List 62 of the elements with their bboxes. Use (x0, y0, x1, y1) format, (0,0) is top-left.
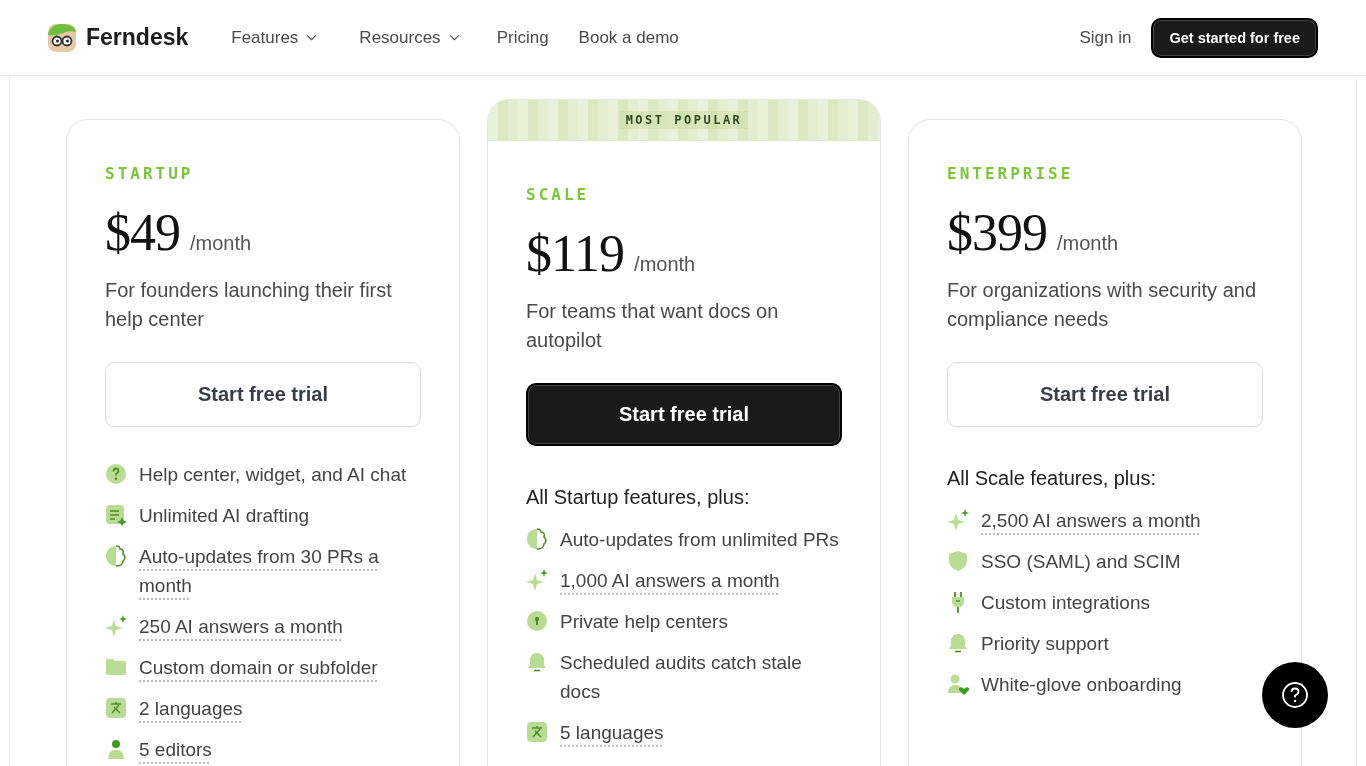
price-period: /month (1057, 232, 1119, 255)
logo-icon[interactable] (47, 22, 77, 53)
feature-text: 2 languages (139, 697, 243, 721)
features-heading: All Startup features, plus: (526, 486, 751, 509)
translate-icon (105, 697, 127, 719)
start-trial-button[interactable]: Start free trial (526, 383, 842, 446)
bell-icon (526, 651, 548, 673)
brain-icon (526, 528, 548, 550)
nav-link[interactable]: Resources (359, 27, 460, 48)
plan-description: For teams that want docs on autopilot (526, 299, 780, 353)
question-icon (1281, 681, 1309, 709)
start-trial-button[interactable]: Start free trial (947, 362, 1263, 427)
plan-price: $49 (105, 203, 180, 262)
feature-text: Auto-updates from unlimited PRs (560, 528, 839, 552)
plan-name: STARTUP (105, 164, 195, 183)
feature-text: White-glove onboarding (981, 673, 1182, 697)
nav-link[interactable]: Features (231, 27, 318, 48)
shield-icon (947, 550, 969, 572)
feature-text: 250 AI answers a month (139, 615, 343, 639)
price-period: /month (634, 253, 696, 276)
feature-text: Auto-updates from 30 PRs a month (139, 545, 380, 598)
chevron-down-icon (448, 34, 460, 41)
plan-description: For organizations with security and compliance needs (947, 278, 1258, 332)
bell-icon (947, 632, 969, 654)
feature-text: Priority support (981, 632, 1109, 656)
plan-name: SCALE (526, 185, 591, 204)
feature-text: Private help centers (560, 610, 728, 634)
feature-text: SSO (SAML) and SCIM (981, 550, 1181, 574)
brand-name[interactable]: Ferndesk (86, 24, 189, 51)
translate-icon (526, 721, 548, 743)
person-icon (105, 738, 127, 760)
feature-text: Custom integrations (981, 591, 1150, 615)
feature-text: 2,500 AI answers a month (981, 509, 1201, 533)
feature-text: 5 editors (139, 738, 212, 762)
features-heading: All Scale features, plus: (947, 467, 1157, 490)
feature-text: 1,000 AI answers a month (560, 569, 780, 593)
document-sparkle-icon (105, 504, 127, 526)
feature-text: 5 languages (560, 721, 664, 745)
get-started-button[interactable]: Get started for free (1151, 17, 1318, 58)
plan-price: $119 (526, 224, 625, 283)
keyhole-icon (526, 610, 548, 632)
plan-price: $399 (947, 203, 1047, 262)
folder-icon (105, 656, 127, 678)
sign-in-link[interactable]: Sign in (1079, 27, 1132, 48)
brain-icon (105, 545, 127, 567)
plan-description: For founders launching their first help center (105, 278, 393, 332)
feature-text: Custom domain or subfolder (139, 656, 378, 680)
person-heart-icon (947, 673, 969, 695)
feature-text: Scheduled audits catch stale docs (560, 651, 803, 704)
feature-text: Unlimited AI drafting (139, 504, 310, 528)
plan-name: ENTERPRISE (947, 164, 1075, 183)
question-icon (105, 463, 127, 485)
sparkle-icon (105, 615, 127, 637)
most-popular-label: MOST POPULAR (619, 111, 749, 129)
sparkle-icon (947, 509, 969, 531)
nav-link[interactable]: Book a demo (578, 27, 679, 48)
chevron-down-icon (306, 34, 318, 41)
price-period: /month (190, 232, 252, 255)
sparkle-icon (526, 569, 548, 591)
feature-text: Help center, widget, and AI chat (139, 463, 407, 487)
nav-link[interactable]: Pricing (496, 27, 549, 48)
start-trial-button[interactable]: Start free trial (105, 362, 421, 427)
